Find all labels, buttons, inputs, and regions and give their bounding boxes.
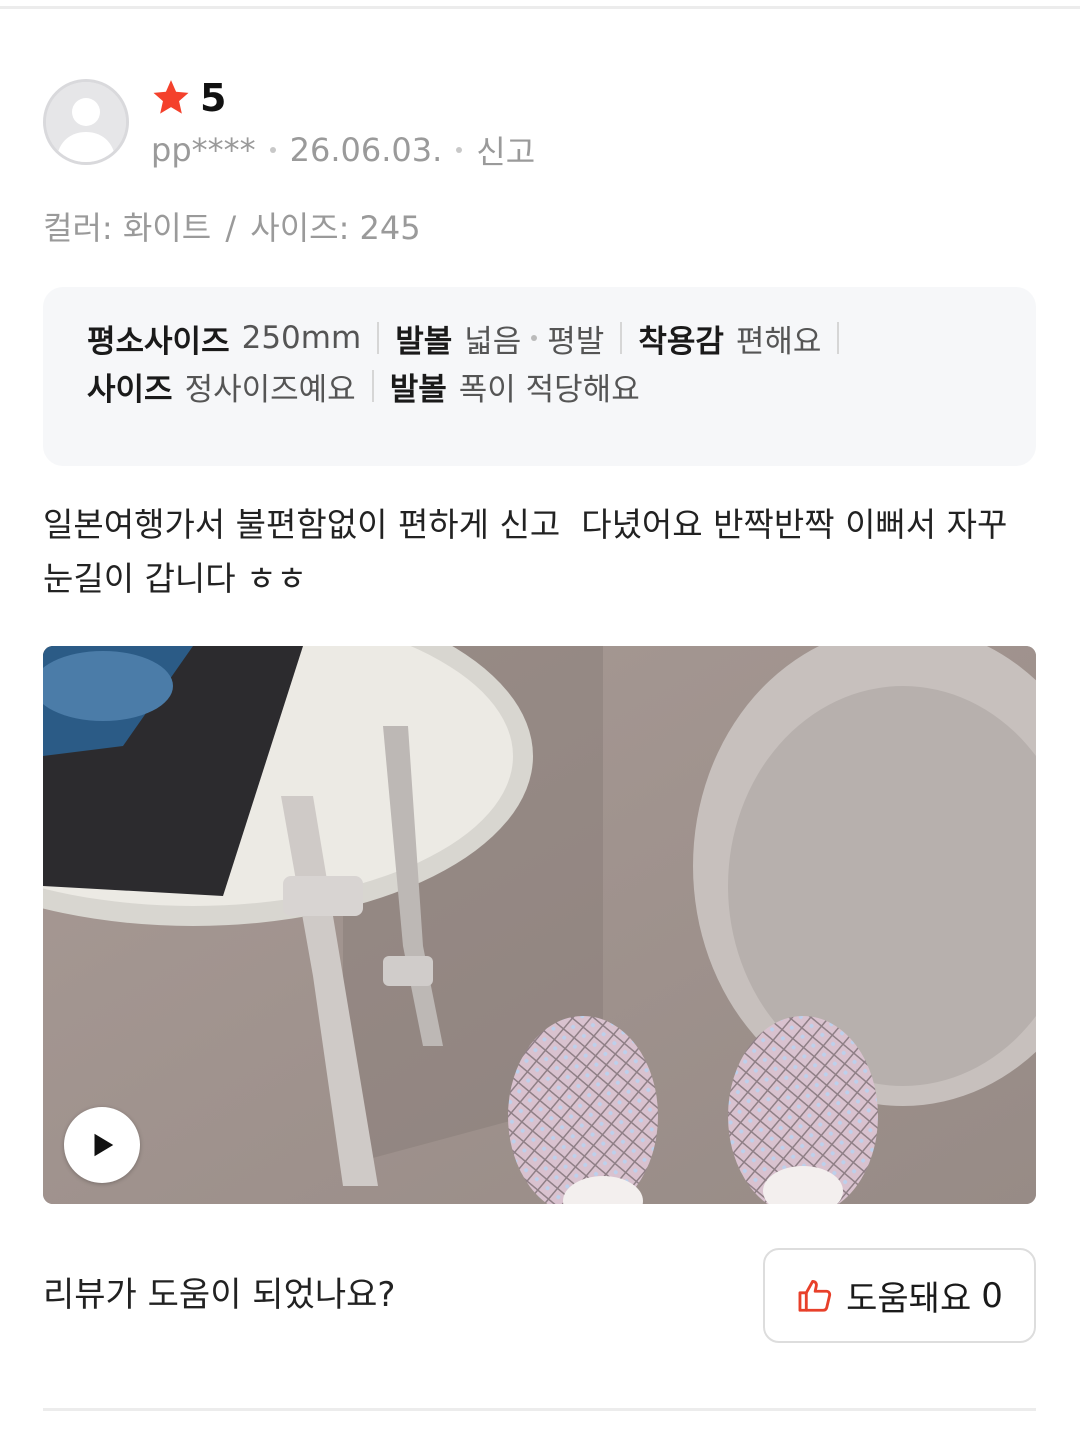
info-divider (620, 322, 623, 354)
thumbs-up-icon (798, 1279, 832, 1312)
review-date: 26.06.03. (289, 131, 443, 169)
usual-size-value: 250mm (241, 320, 362, 356)
avatar (43, 79, 129, 165)
fit-info-row: 평소사이즈 250mm 발볼 넓음 평발 착용감 편해요 (87, 313, 1006, 363)
info-dot (531, 335, 538, 341)
info-divider (377, 322, 380, 354)
helpful-count: 0 (981, 1275, 1003, 1316)
meta-separator-dot (456, 147, 463, 153)
video-thumbnail-image (43, 646, 1036, 1204)
review-video-thumbnail[interactable] (43, 646, 1036, 1204)
play-icon (94, 1133, 114, 1157)
foot-label: 발볼 (395, 323, 453, 360)
option-size: 사이즈: 245 (250, 209, 421, 247)
option-separator: / (225, 209, 237, 247)
star-icon (153, 80, 189, 114)
option-color: 컬러: 화이트 (43, 209, 212, 247)
report-link[interactable]: 신고 (476, 127, 535, 173)
foot-value-wide: 넓음 (464, 323, 522, 360)
review-meta: pp**** 26.06.03. 신고 (151, 128, 535, 172)
fit-info-box: 평소사이즈 250mm 발볼 넓음 평발 착용감 편해요 사이즈 정사이즈예요 … (43, 287, 1036, 466)
fit-info-row: 사이즈 정사이즈예요 발볼 폭이 적당해요 (87, 361, 1006, 411)
info-divider (837, 322, 840, 354)
usual-size-label: 평소사이즈 (87, 323, 230, 360)
review-body: 일본여행가서 불편함없이 편하게 신고 다녔어요 반짝반짝 이뻐서 자꾸 눈길이… (43, 505, 1018, 598)
foot-value-flat: 평발 (547, 323, 605, 360)
purchase-option: 컬러: 화이트 / 사이즈: 245 (43, 206, 421, 250)
helpful-button-label: 도움돼요 (846, 1279, 972, 1319)
width-value: 폭이 적당해요 (458, 371, 640, 408)
size-label: 사이즈 (87, 371, 173, 408)
rating-value: 5 (200, 76, 227, 120)
play-button[interactable] (64, 1107, 140, 1183)
helpful-question: 리뷰가 도움이 되었나요? (43, 1275, 396, 1315)
reviewer-id: pp**** (151, 131, 256, 169)
helpful-button[interactable]: 도움돼요 0 (763, 1248, 1036, 1343)
bottom-divider (43, 1408, 1036, 1411)
rating: 5 (150, 76, 226, 120)
user-avatar-icon (46, 82, 126, 162)
comfort-label: 착용감 (638, 323, 724, 360)
comfort-value: 편해요 (735, 323, 822, 360)
info-divider (371, 370, 374, 402)
size-value: 정사이즈예요 (184, 371, 356, 408)
width-label: 발볼 (389, 371, 447, 408)
top-divider (0, 6, 1080, 9)
meta-separator-dot (269, 147, 276, 153)
